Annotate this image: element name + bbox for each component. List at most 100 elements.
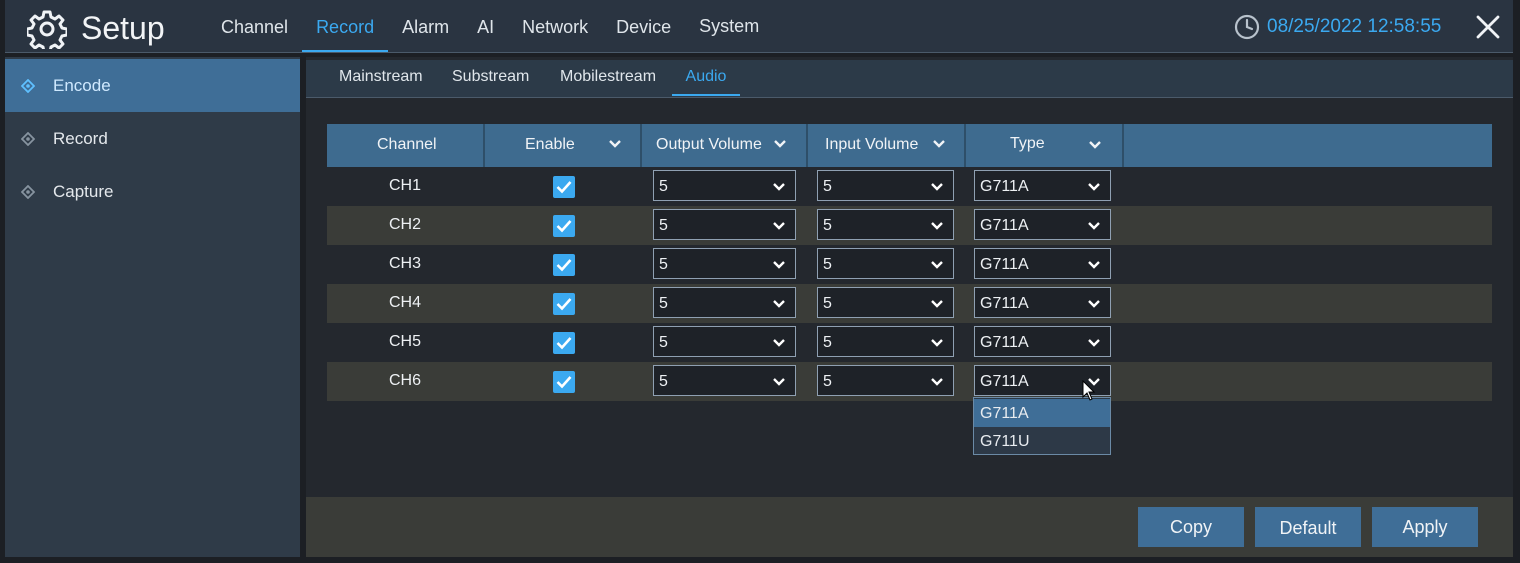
nav-network[interactable]: Network xyxy=(508,0,602,50)
chevron-down-icon xyxy=(1088,261,1100,269)
channel-label: CH3 xyxy=(389,255,422,272)
enable-checkbox[interactable] xyxy=(553,293,575,315)
channel-label: CH2 xyxy=(389,216,422,233)
enable-checkbox[interactable] xyxy=(553,371,575,393)
clock-icon xyxy=(1234,14,1260,40)
chevron-down-icon xyxy=(933,140,945,148)
checkmark-icon xyxy=(556,181,572,194)
table-row: CH6 5 5 G711A xyxy=(327,362,1492,401)
channel-label: CH1 xyxy=(389,177,422,194)
chevron-down-icon xyxy=(931,339,943,347)
apply-button[interactable]: Apply xyxy=(1372,507,1478,547)
diamond-icon xyxy=(21,78,35,93)
sidebar-item-label: Record xyxy=(53,128,108,148)
chevron-down-icon xyxy=(1088,300,1100,308)
chevron-down-icon xyxy=(773,261,785,269)
chevron-down-icon xyxy=(773,339,785,347)
table-row: CH3 5 5 G711A xyxy=(327,245,1492,284)
nav-device[interactable]: Device xyxy=(602,0,685,50)
header-input-volume[interactable]: Input Volume xyxy=(808,124,966,167)
type-select[interactable]: G711A xyxy=(974,287,1111,318)
channel-label: CH6 xyxy=(389,372,422,389)
checkmark-icon xyxy=(556,259,572,272)
header-output-volume[interactable]: Output Volume xyxy=(642,124,808,167)
enable-checkbox[interactable] xyxy=(553,176,575,198)
top-bar: Setup Channel Record Alarm AI Network De… xyxy=(5,0,1513,53)
subtab-bar: Mainstream Substream Mobilestream Audio xyxy=(306,60,1513,98)
nav-channel[interactable]: Channel xyxy=(207,0,302,50)
chevron-down-icon xyxy=(931,183,943,191)
chevron-down-icon xyxy=(1088,339,1100,347)
checkmark-icon xyxy=(556,220,572,233)
tab-mainstream[interactable]: Mainstream xyxy=(339,60,423,94)
enable-checkbox[interactable] xyxy=(553,254,575,276)
nav-alarm[interactable]: Alarm xyxy=(388,0,463,50)
copy-button[interactable]: Copy xyxy=(1138,507,1244,547)
default-button[interactable]: Default xyxy=(1255,507,1361,547)
dropdown-option-g711a[interactable]: G711A xyxy=(974,399,1110,427)
output-volume-select[interactable]: 5 xyxy=(653,365,796,396)
tab-substream[interactable]: Substream xyxy=(452,60,529,94)
chevron-down-icon xyxy=(773,300,785,308)
table-row: CH1 5 5 G711A xyxy=(327,167,1492,206)
table-row: CH2 5 5 G711A xyxy=(327,206,1492,245)
type-select[interactable]: G711A xyxy=(974,209,1111,240)
top-nav: Channel Record Alarm AI Network Device S… xyxy=(207,0,773,52)
nav-ai[interactable]: AI xyxy=(463,0,508,50)
type-select[interactable]: G711A xyxy=(974,326,1111,357)
input-volume-select[interactable]: 5 xyxy=(817,365,954,396)
chevron-down-icon xyxy=(773,183,785,191)
sidebar-item-label: Encode xyxy=(53,75,111,95)
channel-label: CH5 xyxy=(389,333,422,350)
chevron-down-icon xyxy=(773,222,785,230)
input-volume-select[interactable]: 5 xyxy=(817,170,954,201)
gear-icon xyxy=(27,10,67,49)
input-volume-select[interactable]: 5 xyxy=(817,326,954,357)
input-volume-select[interactable]: 5 xyxy=(817,287,954,318)
output-volume-select[interactable]: 5 xyxy=(653,170,796,201)
checkmark-icon xyxy=(556,337,572,350)
tab-audio[interactable]: Audio xyxy=(672,60,740,96)
chevron-down-icon xyxy=(1089,141,1101,149)
tab-mobilestream[interactable]: Mobilestream xyxy=(560,60,656,94)
chevron-down-icon xyxy=(931,261,943,269)
datetime-display: 08/25/2022 12:58:55 xyxy=(1267,16,1442,37)
dropdown-option-g711u[interactable]: G711U xyxy=(974,427,1110,455)
table-row: CH5 5 5 G711A xyxy=(327,323,1492,362)
sidebar-item-label: Capture xyxy=(53,181,114,201)
output-volume-select[interactable]: 5 xyxy=(653,248,796,279)
nav-system[interactable]: System xyxy=(685,0,773,50)
output-volume-select[interactable]: 5 xyxy=(653,209,796,240)
chevron-down-icon xyxy=(774,140,786,148)
type-select[interactable]: G711A xyxy=(974,170,1111,201)
header-type[interactable]: Type xyxy=(966,124,1124,167)
output-volume-select[interactable]: 5 xyxy=(653,326,796,357)
diamond-icon xyxy=(21,184,35,199)
chevron-down-icon xyxy=(931,300,943,308)
sidebar-item-record[interactable]: Record xyxy=(5,112,300,165)
chevron-down-icon xyxy=(773,378,785,386)
header-channel: Channel xyxy=(327,124,485,167)
output-volume-select[interactable]: 5 xyxy=(653,287,796,318)
page-title: Setup xyxy=(81,10,165,46)
nav-record[interactable]: Record xyxy=(302,0,389,52)
checkmark-icon xyxy=(556,376,572,389)
close-icon[interactable] xyxy=(1475,14,1501,40)
chevron-down-icon xyxy=(609,140,621,148)
channel-label: CH4 xyxy=(389,294,422,311)
chevron-down-icon xyxy=(1088,183,1100,191)
sidebar-item-capture[interactable]: Capture xyxy=(5,165,300,218)
enable-checkbox[interactable] xyxy=(553,332,575,354)
chevron-down-icon xyxy=(931,222,943,230)
sidebar-item-encode[interactable]: Encode xyxy=(5,59,300,112)
type-select[interactable]: G711A xyxy=(974,248,1111,279)
table-row: CH4 5 5 G711A xyxy=(327,284,1492,323)
mouse-cursor-icon xyxy=(1082,380,1096,401)
type-dropdown-list: G711A G711U xyxy=(973,397,1111,455)
input-volume-select[interactable]: 5 xyxy=(817,248,954,279)
header-enable[interactable]: Enable xyxy=(485,124,642,167)
input-volume-select[interactable]: 5 xyxy=(817,209,954,240)
enable-checkbox[interactable] xyxy=(553,215,575,237)
bottom-action-bar: Copy Default Apply xyxy=(306,497,1513,557)
main-panel: Mainstream Substream Mobilestream Audio … xyxy=(306,57,1513,497)
